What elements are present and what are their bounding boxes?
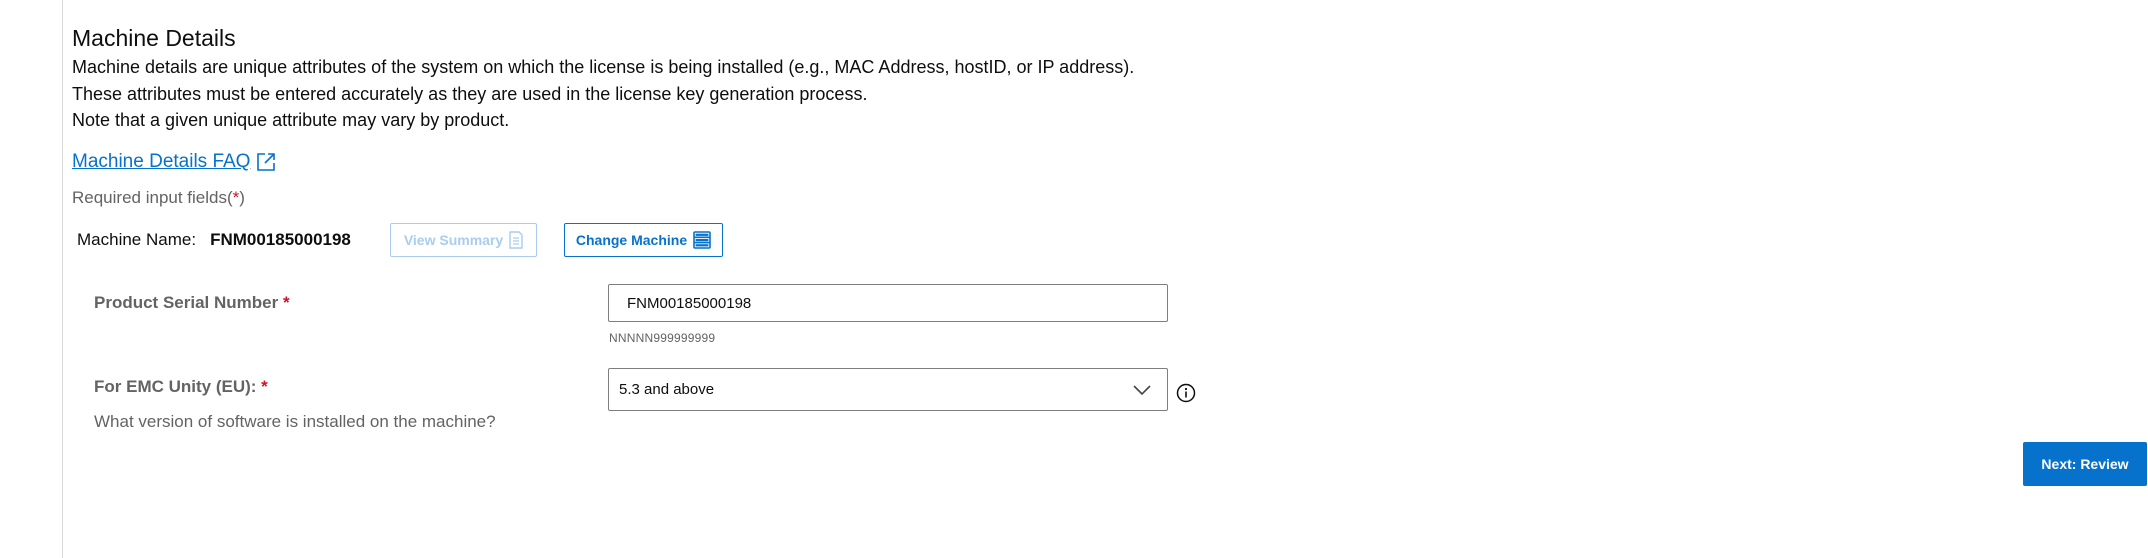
serial-number-label: Product Serial Number * [94,293,290,312]
description-line-2: These attributes must be entered accurat… [72,84,868,104]
required-star: * [261,377,268,396]
left-divider [62,0,63,558]
software-version-select[interactable]: 5.3 and above [608,368,1168,411]
info-icon[interactable] [1176,383,1196,403]
machine-name-value: FNM00185000198 [210,230,351,249]
document-icon [509,231,523,249]
serial-number-input[interactable] [608,284,1168,322]
machine-name-row: Machine Name: FNM00185000198 [77,222,351,258]
software-version-selected: 5.3 and above [619,381,715,398]
software-version-question: What version of software is installed on… [94,412,496,431]
software-version-label: For EMC Unity (EU): * [94,377,268,396]
section-title: Machine Details [72,25,236,51]
faq-link[interactable]: Machine Details FAQ [72,151,276,173]
view-summary-button[interactable]: View Summary [390,223,537,257]
description-line-3: Note that a given unique attribute may v… [72,110,510,130]
external-link-icon [257,153,276,171]
description-line-1: Machine details are unique attributes of… [72,57,1135,77]
required-star: * [282,293,290,312]
server-rack-icon [693,231,711,249]
change-machine-label: Change Machine [575,232,688,248]
view-summary-label: View Summary [403,232,504,248]
chevron-down-icon [1133,384,1151,395]
serial-number-format-hint: NNNNN999999999 [609,331,716,345]
machine-details-page: Machine Details Machine details are uniq… [0,0,2148,558]
required-fields-note: Required input fields(*) [72,188,245,207]
next-review-button[interactable]: Next: Review [2023,442,2147,486]
machine-name-label: Machine Name: [77,230,197,249]
faq-link-label: Machine Details FAQ [72,151,251,172]
change-machine-button[interactable]: Change Machine [564,223,723,257]
